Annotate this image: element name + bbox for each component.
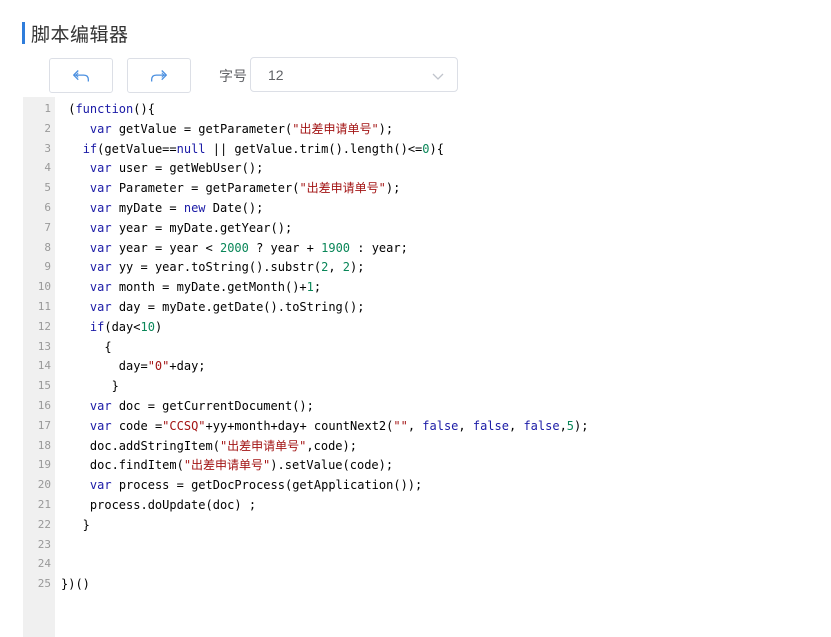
font-size-label: 字号: [219, 69, 247, 85]
line-number: 19: [37, 458, 51, 472]
line-number: 12: [37, 319, 51, 333]
code-text: process.doUpdate(doc) ;: [61, 497, 257, 512]
code-line[interactable]: 23: [23, 536, 831, 556]
redo-button[interactable]: [127, 58, 191, 93]
code-line[interactable]: 4 var user = getWebUser();: [23, 159, 831, 179]
page-title: 脚本编辑器: [31, 23, 129, 46]
line-number: 6: [44, 200, 51, 214]
code-line[interactable]: 11 var day = myDate.getDate().toString()…: [23, 298, 831, 318]
undo-button[interactable]: [49, 58, 113, 93]
code-line[interactable]: 3 if(getValue==null || getValue.trim().l…: [23, 140, 831, 160]
code-text: var day = myDate.getDate().toString();: [89, 299, 365, 314]
code-line[interactable]: 15 }: [23, 377, 831, 397]
page-header: 脚本编辑器: [22, 21, 129, 46]
line-number: 18: [37, 438, 51, 452]
code-text: })(): [61, 577, 90, 592]
code-text: var yy = year.toString().substr(2, 2);: [89, 260, 365, 275]
line-number: 5: [44, 181, 51, 195]
code-line[interactable]: 21 process.doUpdate(doc) ;: [23, 496, 831, 516]
code-text: var user = getWebUser();: [89, 161, 264, 176]
line-number: 16: [37, 398, 51, 412]
code-text: var year = year < 2000 ? year + 1900 : y…: [89, 240, 408, 255]
line-number: 4: [44, 161, 51, 175]
line-number: 25: [37, 577, 51, 591]
code-line[interactable]: 14 day="0"+day;: [23, 357, 831, 377]
code-text: var Parameter = getParameter("出差申请单号");: [89, 181, 401, 196]
code-text: var code ="CCSQ"+yy+month+day+ countNext…: [89, 418, 589, 433]
line-number: 3: [44, 141, 51, 155]
line-number: 23: [37, 537, 51, 551]
code-line[interactable]: 17 var code ="CCSQ"+yy+month+day+ countN…: [23, 417, 831, 437]
code-line[interactable]: 25 })(): [23, 575, 831, 595]
code-line[interactable]: 16 var doc = getCurrentDocument();: [23, 397, 831, 417]
code-line[interactable]: 22 }: [23, 516, 831, 536]
line-number: 21: [37, 497, 51, 511]
code-line[interactable]: 8 var year = year < 2000 ? year + 1900 :…: [23, 239, 831, 259]
code-editor[interactable]: 1 (function(){2 var getValue = getParame…: [23, 97, 831, 637]
code-line[interactable]: 20 var process = getDocProcess(getApplic…: [23, 476, 831, 496]
code-line[interactable]: 19 doc.findItem("出差申请单号").setValue(code)…: [23, 456, 831, 476]
line-number: 2: [44, 121, 51, 135]
line-number: 10: [37, 280, 51, 294]
code-text: doc.addStringItem("出差申请单号",code);: [61, 438, 357, 453]
code-line[interactable]: 6 var myDate = new Date();: [23, 199, 831, 219]
code-text: var myDate = new Date();: [89, 200, 264, 215]
code-line[interactable]: 1 (function(){: [23, 100, 831, 120]
line-number: 8: [44, 240, 51, 254]
code-line[interactable]: 7 var year = myDate.getYear();: [23, 219, 831, 239]
code-text: {: [61, 339, 112, 354]
code-text: var year = myDate.getYear();: [89, 220, 293, 235]
code-line[interactable]: 9 var yy = year.toString().substr(2, 2);: [23, 258, 831, 278]
title-accent-bar: [22, 22, 25, 44]
line-number: 13: [37, 339, 51, 353]
code-text: }: [61, 517, 90, 532]
code-text: var process = getDocProcess(getApplicati…: [89, 478, 423, 493]
code-text: day="0"+day;: [61, 359, 206, 374]
redo-arrow-icon: [151, 69, 167, 81]
undo-arrow-icon: [73, 69, 89, 81]
code-text: var doc = getCurrentDocument();: [89, 398, 314, 413]
code-text: if(getValue==null || getValue.trim().len…: [82, 141, 444, 156]
line-number: 14: [37, 359, 51, 373]
code-text: if(day<10): [89, 319, 163, 334]
font-size-select[interactable]: 12: [250, 57, 458, 92]
line-number: 22: [37, 517, 51, 531]
line-number: 17: [37, 418, 51, 432]
line-number: 20: [37, 478, 51, 492]
code-line[interactable]: 10 var month = myDate.getMonth()+1;: [23, 278, 831, 298]
font-size-value: 12: [268, 67, 284, 83]
code-text: var month = myDate.getMonth()+1;: [89, 280, 322, 295]
line-number: 15: [37, 379, 51, 393]
line-number: 7: [44, 220, 51, 234]
code-text: }: [61, 379, 119, 394]
code-line[interactable]: 5 var Parameter = getParameter("出差申请单号")…: [23, 179, 831, 199]
line-number: 24: [37, 557, 51, 571]
code-line[interactable]: 18 doc.addStringItem("出差申请单号",code);: [23, 437, 831, 457]
line-number: 1: [44, 102, 51, 115]
code-text: (function(){: [61, 102, 155, 116]
code-lines: 1 (function(){2 var getValue = getParame…: [23, 100, 831, 595]
code-text: var getValue = getParameter("出差申请单号");: [89, 121, 394, 136]
code-line[interactable]: 2 var getValue = getParameter("出差申请单号");: [23, 120, 831, 140]
line-number: 9: [44, 260, 51, 274]
code-line[interactable]: 13 {: [23, 338, 831, 358]
chevron-down-icon: [432, 73, 444, 80]
line-number: 11: [37, 299, 51, 313]
code-line[interactable]: 12 if(day<10): [23, 318, 831, 338]
code-line[interactable]: 24: [23, 555, 831, 575]
code-text: doc.findItem("出差申请单号").setValue(code);: [61, 458, 394, 473]
